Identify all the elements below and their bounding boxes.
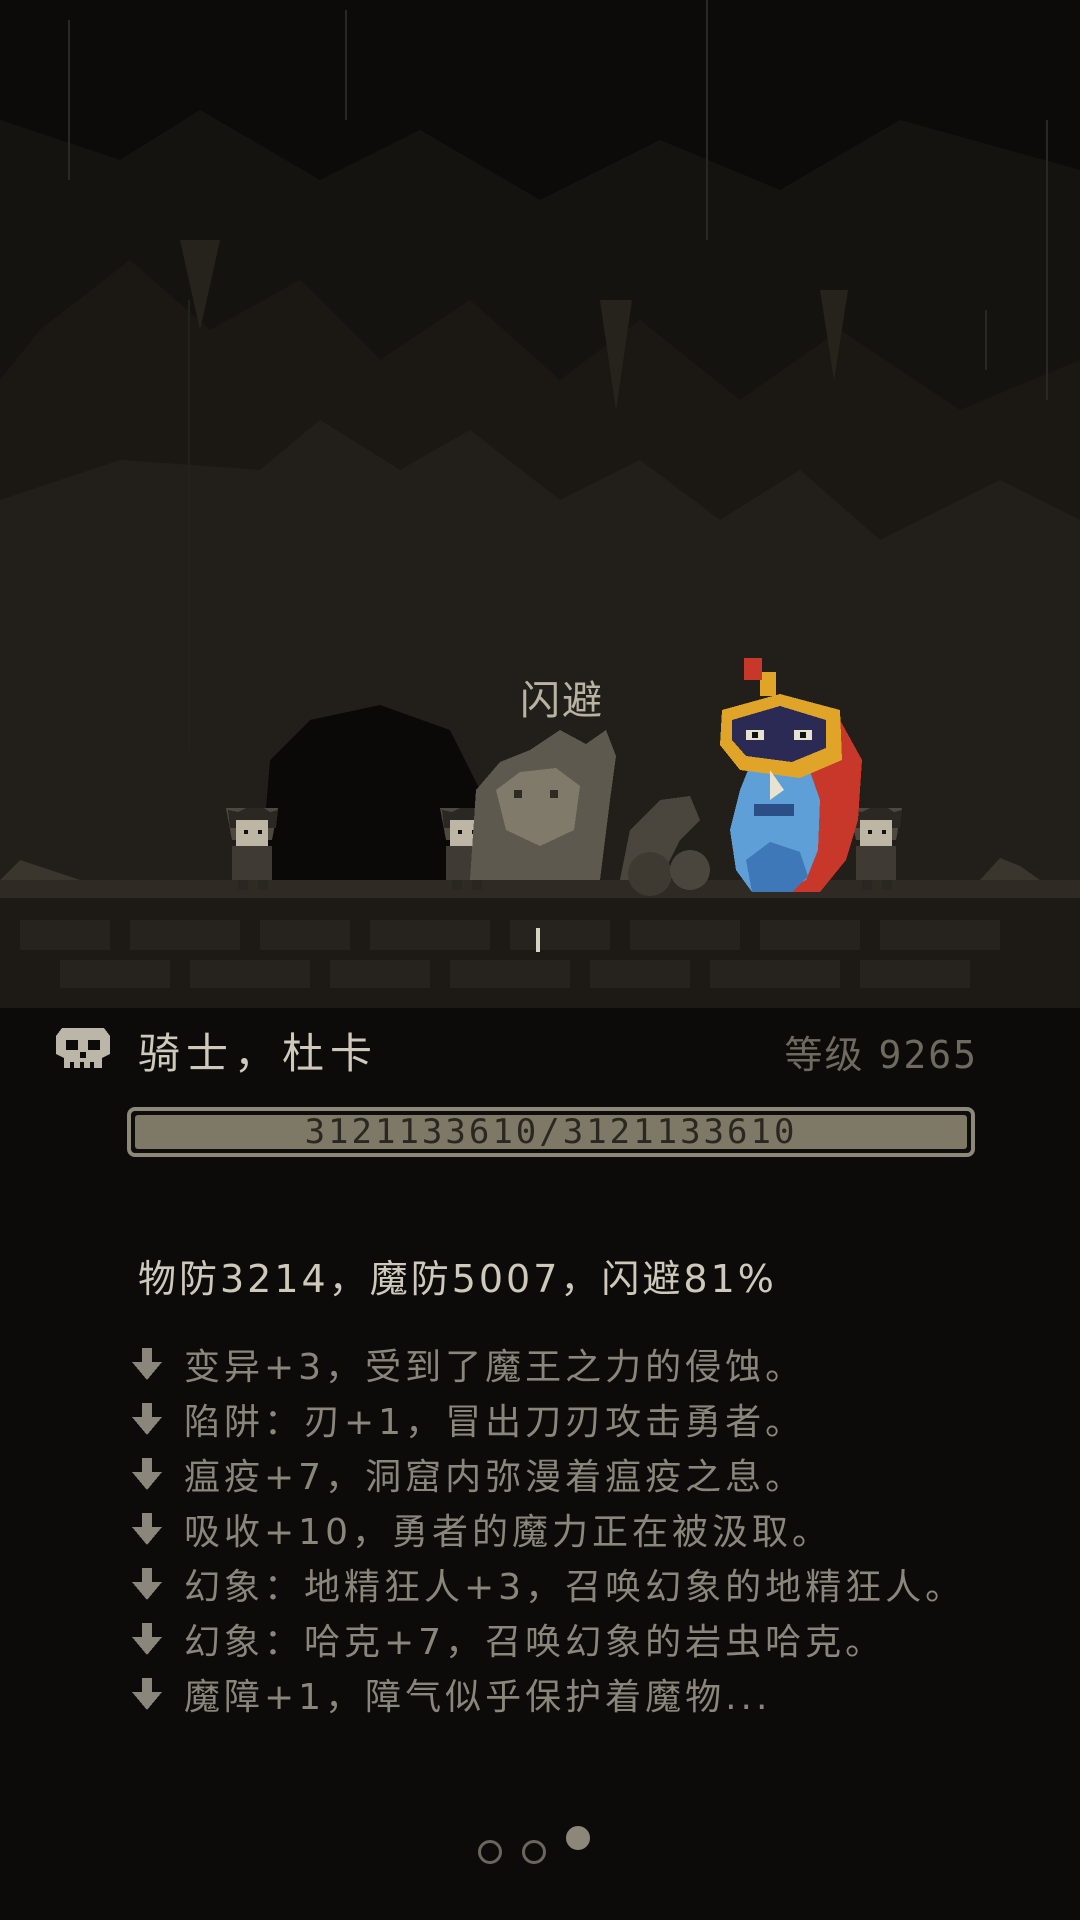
arrow-down-icon [132,1567,162,1600]
modifier-item: 陷阱：刃+1，冒出刀刃攻击勇者。 [130,1391,965,1446]
enemy-defense-stats: 物防3214，魔防5007，闪避81% [138,1257,777,1301]
battle-scene [0,0,1080,1040]
modifier-text: 魔障+1，障气似乎保护着魔物... [184,1676,772,1718]
modifier-item: 幻象：地精狂人+3，召唤幻象的地精狂人。 [130,1556,965,1611]
hp-bar-fill: 3121133610/3121133610 [135,1112,967,1152]
arrow-down-icon [132,1402,162,1435]
arrow-down-icon [132,1622,162,1655]
modifier-item: 幻象：哈克+7，召唤幻象的岩虫哈克。 [130,1611,965,1666]
modifier-item: 魔障+1，障气似乎保护着魔物... [130,1666,965,1721]
skull-icon [56,1028,110,1068]
arrow-down-icon [132,1677,162,1710]
arrow-down-icon [132,1512,162,1545]
modifier-text: 幻象：哈克+7，召唤幻象的岩虫哈克。 [184,1621,886,1663]
modifier-text: 变异+3，受到了魔王之力的侵蚀。 [184,1346,806,1388]
modifier-text: 陷阱：刃+1，冒出刀刃攻击勇者。 [184,1401,806,1443]
modifier-item: 瘟疫+7，洞窟内弥漫着瘟疫之息。 [130,1446,965,1501]
page-dot[interactable] [522,1840,546,1864]
hp-text: 3121133610/3121133610 [304,1112,798,1152]
arrow-down-icon [132,1457,162,1490]
enemy-level: 等级 9265 [784,1024,978,1079]
arrow-down-icon [132,1347,162,1380]
enemy-hp-bar: 3121133610/3121133610 [127,1107,975,1157]
enemy-header: 骑士，杜卡 等级 9265 [54,1018,978,1078]
dodge-floating-text: 闪避 [520,678,604,724]
page-indicator[interactable] [478,1826,608,1870]
modifier-text: 幻象：地精狂人+3，召唤幻象的地精狂人。 [184,1566,966,1608]
modifier-item: 变异+3，受到了魔王之力的侵蚀。 [130,1336,965,1391]
page-dot[interactable] [566,1826,590,1850]
modifier-item: 吸收+10，勇者的魔力正在被汲取。 [130,1501,965,1556]
page-dot[interactable] [478,1840,502,1864]
modifier-list: 变异+3，受到了魔王之力的侵蚀。 陷阱：刃+1，冒出刀刃攻击勇者。 瘟疫+7，洞窟内… [130,1336,965,1721]
level-label: 等级 [784,1033,865,1077]
modifier-text: 吸收+10，勇者的魔力正在被汲取。 [184,1511,832,1553]
enemy-name: 骑士，杜卡 [138,1029,379,1078]
modifier-text: 瘟疫+7，洞窟内弥漫着瘟疫之息。 [184,1456,806,1498]
level-value: 9265 [878,1033,978,1077]
